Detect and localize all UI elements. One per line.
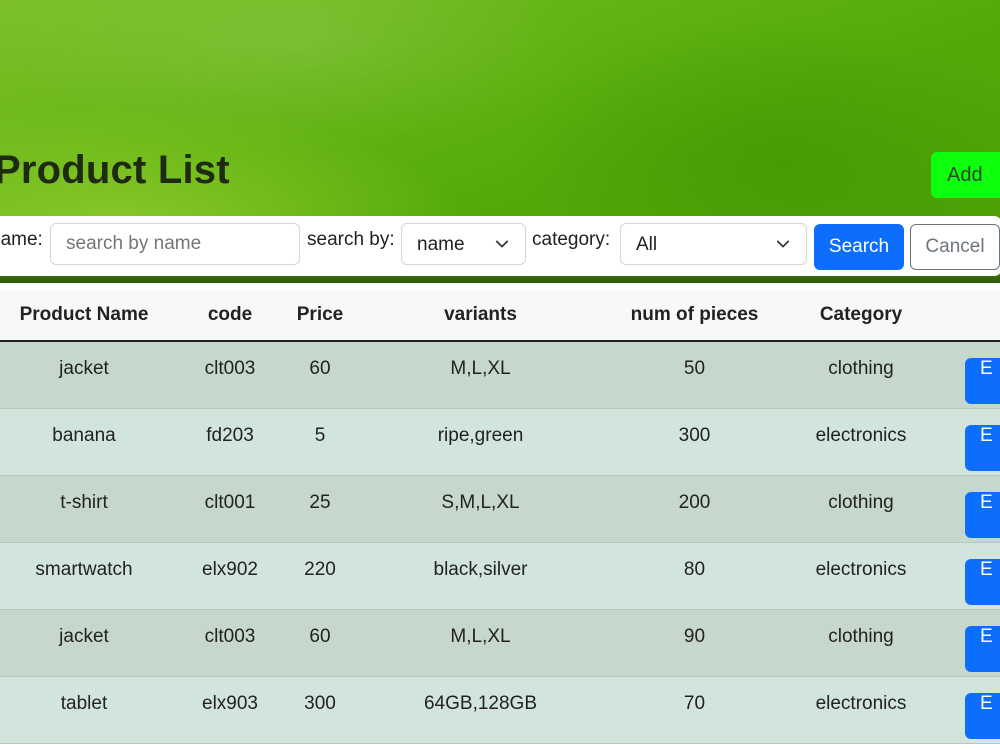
pieces-cell: 80 — [613, 542, 776, 610]
column-header: code — [168, 290, 292, 342]
page-title: Product List — [0, 148, 230, 192]
variants-cell: black,silver — [348, 542, 613, 610]
pieces-cell: 90 — [613, 609, 776, 677]
actions-cell: E — [946, 408, 1000, 476]
pieces-cell: 200 — [613, 475, 776, 543]
column-header — [946, 290, 1000, 342]
actions-cell: E — [946, 341, 1000, 409]
chevron-down-icon — [776, 240, 790, 248]
edit-button[interactable]: E — [965, 491, 1000, 538]
column-header: num of pieces — [613, 290, 776, 342]
table-header-row: Product Name code Price variants num of … — [0, 290, 1000, 342]
code-cell: fd203 — [168, 408, 292, 476]
search-by-value: name — [417, 234, 465, 255]
column-header: Product Name — [0, 290, 168, 342]
search-by-label: search by: — [307, 229, 395, 250]
code-cell: elx902 — [168, 542, 292, 610]
category-cell: electronics — [776, 676, 946, 744]
search-button[interactable]: Search — [814, 224, 904, 270]
code-cell: clt003 — [168, 609, 292, 677]
table-row: tablet elx903 300 64GB,128GB 70 electron… — [0, 676, 1000, 744]
column-header: Price — [292, 290, 348, 342]
table-row: banana fd203 5 ripe,green 300 electronic… — [0, 408, 1000, 476]
product-name-cell: jacket — [0, 341, 168, 409]
name-search-label: name: — [0, 229, 43, 250]
product-name-cell: smartwatch — [0, 542, 168, 610]
actions-cell: E — [946, 609, 1000, 677]
actions-cell: E — [946, 676, 1000, 744]
product-name-cell: t-shirt — [0, 475, 168, 543]
edit-button[interactable]: E — [965, 625, 1000, 672]
edit-button[interactable]: E — [965, 558, 1000, 605]
table-row: t-shirt clt001 25 S,M,L,XL 200 clothing … — [0, 475, 1000, 543]
column-header: Category — [776, 290, 946, 342]
cancel-button[interactable]: Cancel — [910, 224, 1000, 270]
category-cell: electronics — [776, 408, 946, 476]
product-table: Product Name code Price variants num of … — [0, 290, 1000, 744]
product-list-page: Product List Add name: search by: name c… — [0, 0, 1000, 750]
actions-cell: E — [946, 475, 1000, 543]
product-name-cell: jacket — [0, 609, 168, 677]
product-table-container: Product Name code Price variants num of … — [0, 290, 1000, 750]
add-product-button[interactable]: Add — [931, 152, 1000, 198]
category-cell: electronics — [776, 542, 946, 610]
edit-button[interactable]: E — [965, 692, 1000, 739]
category-cell: clothing — [776, 609, 946, 677]
price-cell: 25 — [292, 475, 348, 543]
column-header: variants — [348, 290, 613, 342]
actions-cell: E — [946, 542, 1000, 610]
table-row: jacket clt003 60 M,L,XL 90 clothing E — [0, 609, 1000, 677]
search-by-select[interactable]: name — [401, 223, 526, 265]
chevron-down-icon — [495, 240, 509, 248]
hero-divider — [0, 275, 1000, 283]
variants-cell: ripe,green — [348, 408, 613, 476]
product-name-cell: tablet — [0, 676, 168, 744]
edit-button[interactable]: E — [965, 358, 1000, 404]
category-cell: clothing — [776, 475, 946, 543]
code-cell: clt003 — [168, 341, 292, 409]
pieces-cell: 300 — [613, 408, 776, 476]
category-value: All — [636, 234, 658, 255]
price-cell: 5 — [292, 408, 348, 476]
price-cell: 300 — [292, 676, 348, 744]
category-label: category: — [532, 229, 611, 250]
variants-cell: M,L,XL — [348, 341, 613, 409]
price-cell: 60 — [292, 341, 348, 409]
category-cell: clothing — [776, 341, 946, 409]
variants-cell: M,L,XL — [348, 609, 613, 677]
variants-cell: 64GB,128GB — [348, 676, 613, 744]
pieces-cell: 70 — [613, 676, 776, 744]
table-row: smartwatch elx902 220 black,silver 80 el… — [0, 542, 1000, 610]
product-name-cell: banana — [0, 408, 168, 476]
name-search-input[interactable] — [50, 223, 300, 265]
pieces-cell: 50 — [613, 341, 776, 409]
edit-button[interactable]: E — [965, 424, 1000, 471]
variants-cell: S,M,L,XL — [348, 475, 613, 543]
price-cell: 220 — [292, 542, 348, 610]
code-cell: elx903 — [168, 676, 292, 744]
price-cell: 60 — [292, 609, 348, 677]
table-row: jacket clt003 60 M,L,XL 50 clothing E — [0, 341, 1000, 409]
code-cell: clt001 — [168, 475, 292, 543]
category-select[interactable]: All — [620, 223, 807, 265]
